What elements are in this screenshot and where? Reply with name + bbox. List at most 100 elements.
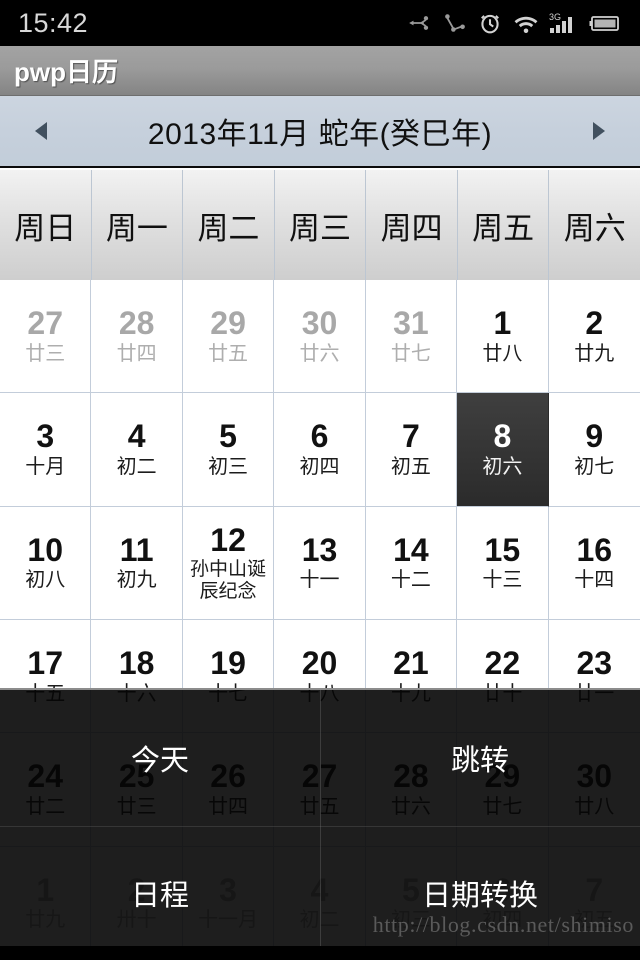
menu-horizontal-divider bbox=[0, 826, 640, 827]
day-cell[interactable]: 8 初六 bbox=[457, 393, 549, 507]
day-cell[interactable]: 7初五 bbox=[365, 393, 458, 507]
menu-item-2[interactable]: 日程 bbox=[0, 825, 320, 960]
weekday-header-1: 周一 bbox=[92, 170, 184, 280]
day-number: 21 bbox=[393, 645, 429, 682]
status-icon-tray: 3G bbox=[407, 10, 630, 36]
day-lunar-label: 初三 bbox=[208, 456, 249, 479]
day-cell[interactable]: 6初四 bbox=[274, 393, 366, 507]
day-lunar-label: 廿八 bbox=[482, 342, 523, 365]
day-number: 13 bbox=[301, 531, 338, 568]
day-cell[interactable]: 5初三 bbox=[182, 393, 275, 507]
day-cell[interactable]: 29 廿五 bbox=[182, 280, 275, 394]
day-number: 5 bbox=[219, 418, 237, 455]
weekday-header-row: 周日 周一 周二 周三 周四 周五 周六 bbox=[0, 170, 640, 280]
day-lunar-label: 初五 bbox=[390, 456, 431, 479]
day-cell[interactable]: 9 初七 bbox=[548, 393, 640, 507]
day-number: 31 bbox=[393, 305, 429, 342]
day-cell[interactable]: 1 廿八 bbox=[457, 280, 549, 394]
share-icon bbox=[445, 14, 465, 32]
watermark-text: http://blog.csdn.net/shimiso bbox=[372, 912, 634, 937]
weekday-header-4: 周四 bbox=[366, 170, 458, 280]
day-number: 9 bbox=[585, 418, 604, 455]
weekday-header-0: 周日 bbox=[0, 170, 92, 280]
day-cell[interactable]: 16 十四 bbox=[548, 506, 640, 620]
day-lunar-label: 初七 bbox=[574, 456, 615, 479]
day-lunar-label: 初二 bbox=[116, 456, 157, 479]
day-lunar-label: 廿三 bbox=[25, 342, 66, 365]
signal-3g-icon: 3G bbox=[549, 12, 572, 33]
app-title: pwp日历 bbox=[14, 57, 118, 87]
day-number: 3 bbox=[36, 418, 55, 455]
day-lunar-label: 初八 bbox=[25, 569, 66, 592]
day-number: 7 bbox=[402, 418, 420, 455]
alarm-clock-icon bbox=[481, 14, 499, 34]
day-cell[interactable]: 15 十三 bbox=[457, 506, 549, 620]
weekday-header-3: 周三 bbox=[275, 170, 367, 280]
day-number: 18 bbox=[118, 645, 155, 682]
day-cell[interactable]: 14 十二 bbox=[365, 506, 458, 620]
prev-month-button[interactable] bbox=[26, 116, 56, 146]
day-lunar-label: 十月 bbox=[25, 456, 66, 479]
menu-item-0[interactable]: 今天 bbox=[0, 690, 320, 825]
menu-item-1[interactable]: 跳转 bbox=[320, 690, 640, 825]
bottom-bezel bbox=[0, 946, 640, 960]
day-number: 23 bbox=[576, 645, 613, 682]
day-lunar-label: 廿四 bbox=[116, 342, 157, 365]
day-number: 22 bbox=[484, 645, 521, 682]
day-number: 20 bbox=[301, 645, 338, 682]
day-cell[interactable]: 2 廿九 bbox=[548, 280, 640, 394]
day-cell[interactable]: 30 廿六 bbox=[274, 280, 366, 394]
day-cell[interactable]: 10 初八 bbox=[0, 506, 92, 620]
day-lunar-label: 十四 bbox=[574, 569, 615, 592]
day-number: 4 bbox=[127, 418, 146, 455]
day-cell[interactable]: 11 初九 bbox=[91, 506, 183, 620]
day-cell[interactable]: 27 廿三 bbox=[0, 280, 92, 394]
app-title-bar: pwp日历 bbox=[0, 46, 640, 96]
menu-item-3[interactable]: 日期转换 bbox=[320, 825, 640, 960]
phone-screen: 15:42 3G pwp日历 2013年11月 蛇年(癸巳年) 周日 周一 周二… bbox=[0, 0, 640, 960]
next-month-button[interactable] bbox=[584, 116, 614, 146]
day-cell[interactable]: 13 十一 bbox=[274, 506, 366, 620]
day-number: 30 bbox=[301, 305, 338, 342]
day-lunar-label: 初六 bbox=[482, 456, 523, 479]
battery-icon bbox=[589, 16, 619, 31]
month-navigation-bar: 2013年11月 蛇年(癸巳年) bbox=[0, 96, 640, 168]
day-number: 11 bbox=[119, 531, 154, 568]
chevron-left-icon bbox=[35, 122, 47, 140]
day-number: 17 bbox=[27, 645, 63, 682]
day-number: 2 bbox=[585, 305, 604, 342]
day-number: 15 bbox=[484, 531, 521, 568]
day-number: 27 bbox=[27, 305, 63, 342]
day-lunar-label: 廿六 bbox=[299, 342, 340, 365]
weekday-header-5: 周五 bbox=[458, 170, 550, 280]
weekday-header-2: 周二 bbox=[183, 170, 275, 280]
day-number: 29 bbox=[210, 305, 246, 342]
day-number: 28 bbox=[118, 305, 155, 342]
day-number: 1 bbox=[493, 305, 512, 342]
day-festival-label: 孙中山诞辰纪念 bbox=[190, 559, 267, 602]
day-number: 12 bbox=[210, 521, 246, 558]
day-cell[interactable]: 12 孙中山诞辰纪念 bbox=[182, 506, 275, 620]
day-number: 6 bbox=[310, 418, 329, 455]
day-lunar-label: 十二 bbox=[390, 569, 431, 592]
day-lunar-label: 初四 bbox=[299, 456, 340, 479]
day-lunar-label: 十三 bbox=[482, 569, 523, 592]
usb-icon bbox=[409, 16, 429, 30]
day-lunar-label: 廿九 bbox=[574, 342, 615, 365]
svg-text:3G: 3G bbox=[549, 12, 561, 22]
day-lunar-label: 廿五 bbox=[208, 342, 249, 365]
day-number: 14 bbox=[393, 531, 429, 568]
day-lunar-label: 廿七 bbox=[390, 342, 431, 365]
status-clock: 15:42 bbox=[18, 7, 89, 38]
day-cell[interactable]: 4初二 bbox=[91, 393, 183, 507]
day-lunar-label: 十一 bbox=[299, 569, 340, 592]
day-cell[interactable]: 28 廿四 bbox=[91, 280, 183, 394]
chevron-right-icon bbox=[592, 122, 605, 140]
weekday-header-6: 周六 bbox=[563, 210, 626, 246]
day-number: 8 bbox=[493, 418, 512, 455]
month-title: 2013年11月 蛇年(癸巳年) bbox=[147, 118, 493, 151]
day-cell[interactable]: 31 廿七 bbox=[365, 280, 458, 394]
day-number: 16 bbox=[576, 531, 613, 568]
wifi-icon bbox=[514, 16, 538, 34]
day-cell[interactable]: 3 十月 bbox=[0, 393, 92, 507]
